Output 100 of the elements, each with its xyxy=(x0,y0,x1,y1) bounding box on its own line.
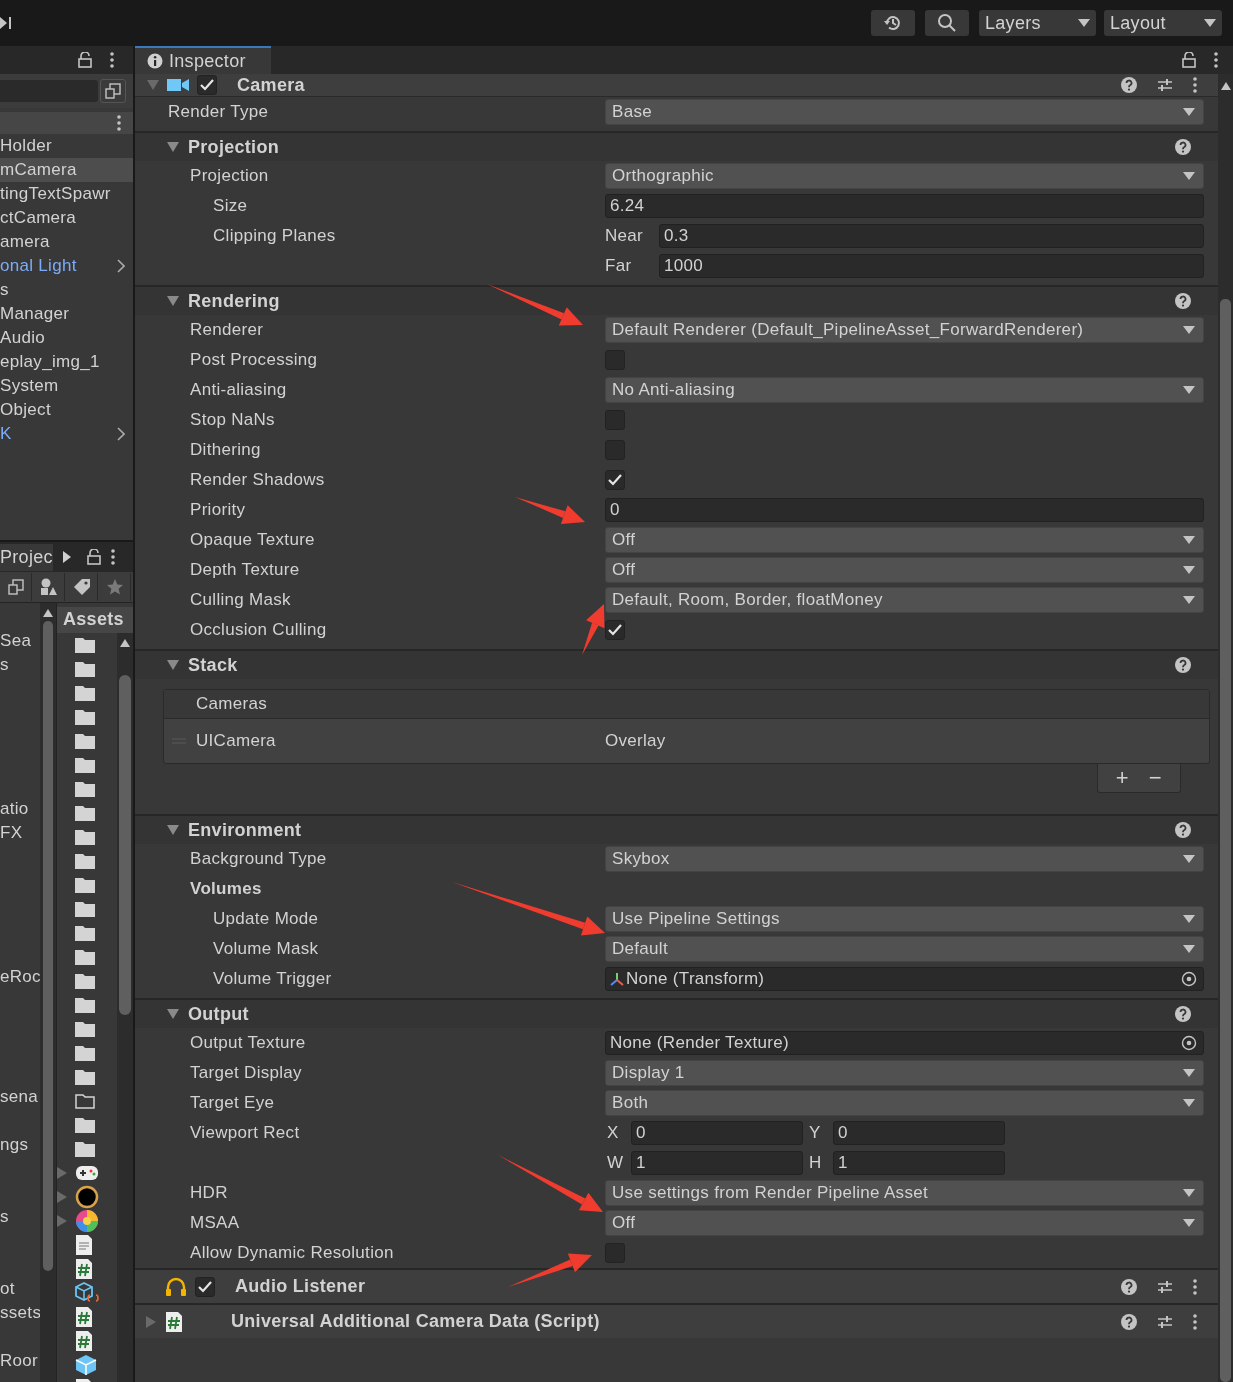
enabled-checkbox[interactable] xyxy=(195,1276,215,1297)
hierarchy-item[interactable]: Audio xyxy=(0,326,133,350)
folder-icon[interactable] xyxy=(75,1140,95,1157)
hierarchy-item[interactable]: onal Light xyxy=(0,254,133,278)
help-icon[interactable] xyxy=(1175,1006,1191,1022)
chevron-icon[interactable] xyxy=(117,259,125,273)
folder-tree-item[interactable]: FX xyxy=(0,823,23,843)
help-icon[interactable] xyxy=(1121,1313,1137,1330)
scroll-up-icon[interactable] xyxy=(120,639,130,647)
layout-dropdown[interactable]: Layout xyxy=(1104,10,1222,36)
help-icon[interactable] xyxy=(1175,139,1191,155)
folder-icon[interactable] xyxy=(75,1020,95,1037)
hierarchy-item[interactable]: tingTextSpawr xyxy=(0,182,133,206)
scroll-up-icon[interactable] xyxy=(43,609,53,617)
sliders-icon[interactable] xyxy=(1157,77,1173,93)
dropdown[interactable]: Default, Room, Border, floatMoney xyxy=(605,587,1204,613)
dropdown[interactable]: Default xyxy=(605,936,1204,962)
folder-icon[interactable] xyxy=(75,924,95,941)
folder-icon[interactable] xyxy=(75,660,95,677)
input-field[interactable]: 1 xyxy=(833,1151,1005,1175)
folder-icon[interactable] xyxy=(75,636,95,653)
color-wheel-icon[interactable] xyxy=(75,1208,99,1233)
folder-tree-item[interactable]: Sea xyxy=(0,631,32,651)
scroll-up-icon[interactable] xyxy=(1220,82,1231,90)
hierarchy-item[interactable]: System xyxy=(0,374,133,398)
folder-icon[interactable] xyxy=(75,732,95,749)
target-icon[interactable] xyxy=(1181,1035,1197,1051)
scrollbar[interactable] xyxy=(117,633,133,1382)
document-icon[interactable] xyxy=(75,1233,93,1256)
collapse-icon[interactable] xyxy=(167,141,179,153)
more-icon[interactable] xyxy=(1214,52,1218,68)
folder-icon[interactable] xyxy=(75,852,95,869)
hierarchy-item[interactable]: mCamera xyxy=(0,158,133,182)
folder-tree-item[interactable]: atio xyxy=(0,799,29,819)
collapse-icon[interactable] xyxy=(167,659,179,671)
more-icon[interactable] xyxy=(1193,1313,1197,1330)
input-field[interactable]: 0 xyxy=(605,498,1204,522)
dropdown[interactable]: Default Renderer (Default_PipelineAsset_ForwardRenderer) xyxy=(605,317,1204,343)
folder-tree-item[interactable]: s xyxy=(0,655,9,675)
help-icon[interactable] xyxy=(1175,657,1191,673)
folder-tree-item[interactable]: s xyxy=(0,1207,9,1227)
folder-icon[interactable] xyxy=(75,972,95,989)
hierarchy-item[interactable]: s xyxy=(0,278,133,302)
help-icon[interactable] xyxy=(1121,77,1137,93)
history-button[interactable] xyxy=(871,10,915,36)
script-icon[interactable] xyxy=(75,1329,93,1352)
folder-icon[interactable] xyxy=(75,1044,95,1061)
folder-icon[interactable] xyxy=(75,1116,95,1133)
folder-tree-item[interactable]: ngs xyxy=(0,1135,29,1155)
list-item[interactable]: UICamera xyxy=(196,731,605,751)
remove-button[interactable]: − xyxy=(1140,764,1170,792)
lock-icon[interactable] xyxy=(86,549,101,565)
input-field[interactable]: 1 xyxy=(631,1151,803,1175)
checkbox[interactable] xyxy=(605,470,625,490)
component-title[interactable]: Camera xyxy=(237,74,305,96)
more-icon[interactable] xyxy=(110,549,115,565)
checkbox[interactable] xyxy=(605,620,625,640)
enabled-checkbox[interactable] xyxy=(197,75,217,95)
target-icon[interactable] xyxy=(1181,971,1197,987)
scrollbar[interactable] xyxy=(40,603,56,1382)
section-title[interactable]: Stack xyxy=(188,654,238,676)
folder-icon[interactable] xyxy=(75,780,95,797)
folder-icon[interactable] xyxy=(75,1092,95,1109)
section-title[interactable]: Rendering xyxy=(188,290,280,312)
step-icon[interactable] xyxy=(0,15,12,31)
hierarchy-item[interactable]: eplay_img_1 xyxy=(0,350,133,374)
section-title[interactable]: Projection xyxy=(188,136,279,158)
cube-icon[interactable] xyxy=(75,1353,97,1376)
scrollbar[interactable] xyxy=(1218,74,1233,1382)
folder-tree-item[interactable]: ssets xyxy=(0,1303,40,1323)
more-icon[interactable] xyxy=(1193,1278,1197,1295)
circle-icon[interactable] xyxy=(75,1184,99,1209)
folder-icon[interactable] xyxy=(75,708,95,725)
hierarchy-item[interactable]: amera xyxy=(0,230,133,254)
more-icon[interactable] xyxy=(1193,77,1197,93)
folder-icon[interactable] xyxy=(75,804,95,821)
dropdown[interactable]: Display 1 xyxy=(605,1060,1204,1086)
help-icon[interactable] xyxy=(1121,1278,1137,1295)
sliders-icon[interactable] xyxy=(1157,1313,1173,1330)
collapse-icon[interactable] xyxy=(167,295,179,307)
hierarchy-item[interactable]: Manager xyxy=(0,302,133,326)
lock-icon[interactable] xyxy=(78,52,92,68)
folder-icon[interactable] xyxy=(75,684,95,701)
folder-icon[interactable] xyxy=(75,900,95,917)
more-icon[interactable] xyxy=(117,115,121,131)
folder-tree-item[interactable]: ot xyxy=(0,1279,15,1299)
dropdown[interactable]: Off xyxy=(605,527,1204,553)
script-icon[interactable] xyxy=(75,1305,93,1328)
hierarchy-item[interactable]: Holder xyxy=(0,134,133,158)
script-icon[interactable] xyxy=(75,1257,93,1280)
folder-icon[interactable] xyxy=(75,996,95,1013)
inspector-tab[interactable]: Inspector xyxy=(135,46,271,74)
dropdown[interactable]: Use settings from Render Pipeline Asset xyxy=(605,1180,1204,1206)
layers-dropdown[interactable]: Layers xyxy=(979,10,1096,36)
input-field[interactable]: 0 xyxy=(833,1121,1005,1145)
dropdown[interactable]: Orthographic xyxy=(605,163,1204,189)
folder-icon[interactable] xyxy=(75,876,95,893)
dropdown[interactable]: Base xyxy=(605,99,1204,125)
dropdown[interactable]: Off xyxy=(605,1210,1204,1236)
folder-icon[interactable] xyxy=(75,1068,95,1085)
